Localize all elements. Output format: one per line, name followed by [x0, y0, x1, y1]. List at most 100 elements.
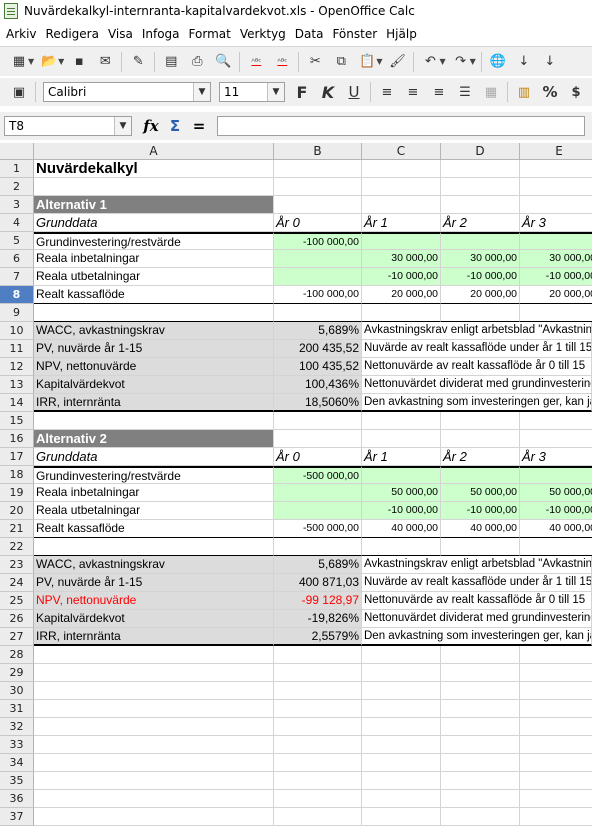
cell-a26[interactable]: Kapitalvärdekvot	[34, 610, 274, 628]
email-icon[interactable]: ✉	[96, 53, 114, 71]
cell-a9[interactable]	[34, 304, 274, 322]
cell-b19[interactable]	[274, 484, 362, 502]
cell-a14[interactable]: IRR, internränta	[34, 394, 274, 412]
chevron-down-icon[interactable]: ▼	[28, 57, 34, 66]
cell-a25[interactable]: NPV, nettonuvärde	[34, 592, 274, 610]
cell-c2[interactable]	[362, 178, 441, 196]
column-header-d[interactable]: D	[441, 143, 520, 160]
cell-c17[interactable]: År 1	[362, 448, 441, 466]
row-header-35[interactable]: 35	[0, 772, 34, 790]
cell-b15[interactable]	[274, 412, 362, 430]
cell-d33[interactable]	[441, 736, 520, 754]
bold-button[interactable]: F	[293, 83, 311, 102]
menu-redigera[interactable]: Redigera	[44, 27, 106, 41]
cell-c32[interactable]	[362, 718, 441, 736]
cell-d1[interactable]	[441, 160, 520, 178]
cell-e9[interactable]	[520, 304, 592, 322]
cell-c28[interactable]	[362, 646, 441, 664]
cell-d16[interactable]	[441, 430, 520, 448]
merge-cells-icon[interactable]: ▦	[482, 83, 500, 101]
cell-e33[interactable]	[520, 736, 592, 754]
cell-c25[interactable]: Nettonuvärde av realt kassaflöde år 0 ti…	[362, 592, 592, 610]
menu-visa[interactable]: Visa	[106, 27, 140, 41]
cell-d17[interactable]: År 2	[441, 448, 520, 466]
redo-icon[interactable]: ↷	[452, 53, 470, 71]
cell-a35[interactable]	[34, 772, 274, 790]
copy-icon[interactable]: ⧉	[332, 53, 350, 71]
cell-a20[interactable]: Reala utbetalningar	[34, 502, 274, 520]
cell-a27[interactable]: IRR, internränta	[34, 628, 274, 646]
cell-e4[interactable]: År 3	[520, 214, 592, 232]
cell-b21[interactable]: -500 000,00	[274, 520, 362, 538]
cell-b9[interactable]	[274, 304, 362, 322]
cell-a22[interactable]	[34, 538, 274, 556]
row-header-17[interactable]: 17	[0, 448, 34, 466]
cell-b22[interactable]	[274, 538, 362, 556]
cell-b24[interactable]: 400 871,03	[274, 574, 362, 592]
new-doc-icon[interactable]: ▦	[10, 53, 28, 71]
cell-b34[interactable]	[274, 754, 362, 772]
cell-d36[interactable]	[441, 790, 520, 808]
cell-b20[interactable]	[274, 502, 362, 520]
cell-c23[interactable]: Avkastningskrav enligt arbetsblad "Avkas…	[362, 556, 592, 574]
sum-icon[interactable]: Σ	[166, 117, 184, 135]
cell-e17[interactable]: År 3	[520, 448, 592, 466]
cell-c21[interactable]: 40 000,00	[362, 520, 441, 538]
cell-a36[interactable]	[34, 790, 274, 808]
cell-d9[interactable]	[441, 304, 520, 322]
cell-e7[interactable]: -10 000,00	[520, 268, 592, 286]
cell-d32[interactable]	[441, 718, 520, 736]
cell-d30[interactable]	[441, 682, 520, 700]
cell-c7[interactable]: -10 000,00	[362, 268, 441, 286]
cell-c6[interactable]: 30 000,00	[362, 250, 441, 268]
row-header-21[interactable]: 21	[0, 520, 34, 538]
cell-a28[interactable]	[34, 646, 274, 664]
align-left-icon[interactable]: ≡	[378, 83, 396, 101]
cell-a24[interactable]: PV, nuvärde år 1-15	[34, 574, 274, 592]
cell-a31[interactable]	[34, 700, 274, 718]
row-header-28[interactable]: 28	[0, 646, 34, 664]
chevron-down-icon[interactable]: ▼	[470, 57, 476, 66]
cell-b36[interactable]	[274, 790, 362, 808]
sort-descending-icon[interactable]: ↓	[541, 53, 559, 71]
underline-button[interactable]: U	[345, 83, 363, 101]
cell-b27[interactable]: 2,5579%	[274, 628, 362, 646]
cell-a5[interactable]: Grundinvestering/restvärde	[34, 232, 274, 250]
cell-a6[interactable]: Reala inbetalningar	[34, 250, 274, 268]
cell-e3[interactable]	[520, 196, 592, 214]
cell-a30[interactable]	[34, 682, 274, 700]
cell-d19[interactable]: 50 000,00	[441, 484, 520, 502]
chevron-down-icon[interactable]: ▼	[376, 57, 382, 66]
cell-e18[interactable]	[520, 466, 592, 484]
cell-d31[interactable]	[441, 700, 520, 718]
cell-e8[interactable]: 20 000,00	[520, 286, 592, 304]
cell-b32[interactable]	[274, 718, 362, 736]
cell-c37[interactable]	[362, 808, 441, 826]
row-header-1[interactable]: 1	[0, 160, 34, 178]
row-header-19[interactable]: 19	[0, 484, 34, 502]
italic-button[interactable]: K	[319, 83, 337, 102]
cell-e20[interactable]: -10 000,00	[520, 502, 592, 520]
cell-b14[interactable]: 18,5060%	[274, 394, 362, 412]
row-header-31[interactable]: 31	[0, 700, 34, 718]
row-header-36[interactable]: 36	[0, 790, 34, 808]
cell-c8[interactable]: 20 000,00	[362, 286, 441, 304]
chevron-down-icon[interactable]: ▼	[58, 57, 64, 66]
row-header-11[interactable]: 11	[0, 340, 34, 358]
align-center-icon[interactable]: ≡	[404, 83, 422, 101]
cell-a33[interactable]	[34, 736, 274, 754]
cell-c12[interactable]: Nettonuvärde av realt kassaflöde år 0 ti…	[362, 358, 592, 376]
row-header-12[interactable]: 12	[0, 358, 34, 376]
align-right-icon[interactable]: ≡	[430, 83, 448, 101]
cell-e35[interactable]	[520, 772, 592, 790]
row-header-4[interactable]: 4	[0, 214, 34, 232]
row-header-7[interactable]: 7	[0, 268, 34, 286]
row-header-20[interactable]: 20	[0, 502, 34, 520]
cell-b18[interactable]: -500 000,00	[274, 466, 362, 484]
cell-c5[interactable]	[362, 232, 441, 250]
row-header-5[interactable]: 5	[0, 232, 34, 250]
cell-d7[interactable]: -10 000,00	[441, 268, 520, 286]
row-header-26[interactable]: 26	[0, 610, 34, 628]
cell-d28[interactable]	[441, 646, 520, 664]
percent-format-button[interactable]: %	[541, 83, 559, 101]
